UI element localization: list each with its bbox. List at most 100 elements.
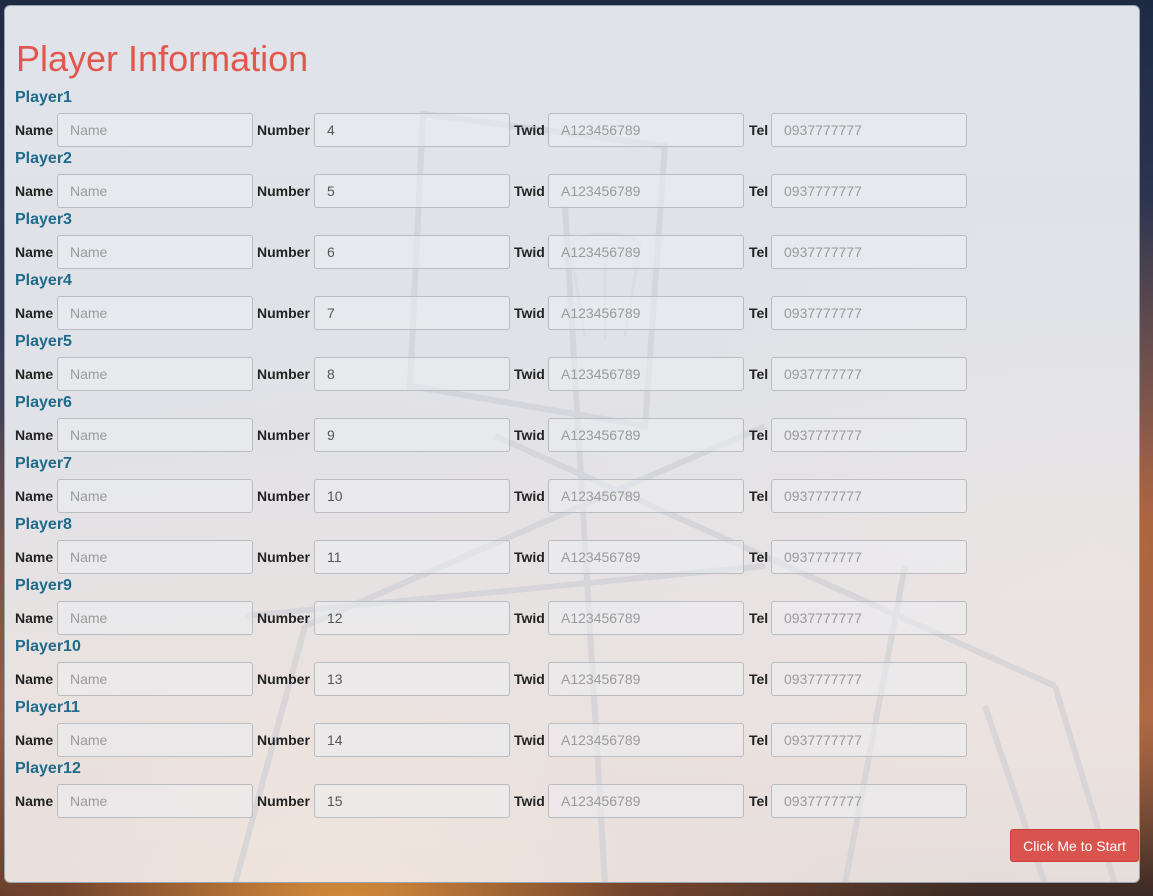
number-input[interactable] xyxy=(314,662,510,696)
name-input[interactable] xyxy=(57,296,253,330)
player-label: Player1 xyxy=(15,89,72,106)
twid-input[interactable] xyxy=(548,662,744,696)
tel-label: Tel xyxy=(749,366,769,382)
number-input[interactable] xyxy=(314,174,510,208)
number-input[interactable] xyxy=(314,296,510,330)
tel-input[interactable] xyxy=(771,174,967,208)
name-label: Name xyxy=(15,793,54,809)
tel-input[interactable] xyxy=(771,418,967,452)
player-label: Player11 xyxy=(15,699,80,716)
number-input[interactable] xyxy=(314,418,510,452)
tel-input[interactable] xyxy=(771,784,967,818)
player-label: Player3 xyxy=(15,211,72,228)
page-title: Player Information xyxy=(16,38,309,79)
player-row: Player12 Name Number Twid Tel xyxy=(15,760,985,821)
player-label: Player9 xyxy=(15,577,72,594)
tel-input[interactable] xyxy=(771,357,967,391)
number-label: Number xyxy=(257,549,310,565)
player-label: Player10 xyxy=(15,638,81,655)
twid-label: Twid xyxy=(514,122,545,138)
tel-input[interactable] xyxy=(771,601,967,635)
number-input[interactable] xyxy=(314,113,510,147)
number-label: Number xyxy=(257,732,310,748)
player-row: Player7 Name Number Twid Tel xyxy=(15,455,985,516)
twid-input[interactable] xyxy=(548,235,744,269)
player-label: Player8 xyxy=(15,516,72,533)
tel-input[interactable] xyxy=(771,235,967,269)
tel-label: Tel xyxy=(749,305,769,321)
player-row: Player9 Name Number Twid Tel xyxy=(15,577,985,638)
tel-label: Tel xyxy=(749,488,769,504)
number-input[interactable] xyxy=(314,723,510,757)
name-input[interactable] xyxy=(57,601,253,635)
twid-label: Twid xyxy=(514,366,545,382)
twid-input[interactable] xyxy=(548,296,744,330)
twid-input[interactable] xyxy=(548,601,744,635)
tel-label: Tel xyxy=(749,732,769,748)
name-label: Name xyxy=(15,427,54,443)
number-input[interactable] xyxy=(314,479,510,513)
twid-input[interactable] xyxy=(548,723,744,757)
twid-label: Twid xyxy=(514,549,545,565)
twid-input[interactable] xyxy=(548,479,744,513)
tel-input[interactable] xyxy=(771,113,967,147)
twid-input[interactable] xyxy=(548,357,744,391)
twid-input[interactable] xyxy=(548,784,744,818)
tel-input[interactable] xyxy=(771,662,967,696)
number-input[interactable] xyxy=(314,235,510,269)
tel-label: Tel xyxy=(749,427,769,443)
name-input[interactable] xyxy=(57,235,253,269)
number-input[interactable] xyxy=(314,540,510,574)
tel-input[interactable] xyxy=(771,540,967,574)
name-label: Name xyxy=(15,488,54,504)
twid-label: Twid xyxy=(514,671,545,687)
player-label: Player5 xyxy=(15,333,72,350)
number-label: Number xyxy=(257,244,310,260)
number-input[interactable] xyxy=(314,357,510,391)
number-input[interactable] xyxy=(314,601,510,635)
name-input[interactable] xyxy=(57,540,253,574)
twid-input[interactable] xyxy=(548,113,744,147)
twid-input[interactable] xyxy=(548,418,744,452)
tel-input[interactable] xyxy=(771,479,967,513)
player-row: Player1 Name Number Twid Tel xyxy=(15,89,985,150)
twid-input[interactable] xyxy=(548,540,744,574)
tel-label: Tel xyxy=(749,610,769,626)
name-input[interactable] xyxy=(57,418,253,452)
name-input[interactable] xyxy=(57,357,253,391)
twid-label: Twid xyxy=(514,793,545,809)
player-row: Player8 Name Number Twid Tel xyxy=(15,516,985,577)
name-input[interactable] xyxy=(57,113,253,147)
tel-label: Tel xyxy=(749,671,769,687)
tel-input[interactable] xyxy=(771,723,967,757)
number-label: Number xyxy=(257,366,310,382)
name-label: Name xyxy=(15,244,54,260)
name-label: Name xyxy=(15,183,54,199)
twid-label: Twid xyxy=(514,244,545,260)
name-input[interactable] xyxy=(57,174,253,208)
player-info-panel: Player Information Player1 Name Number Twid… xyxy=(4,5,1140,883)
player-row: Player2 Name Number Twid Tel xyxy=(15,150,985,211)
twid-label: Twid xyxy=(514,305,545,321)
name-input[interactable] xyxy=(57,784,253,818)
start-button[interactable]: Click Me to Start xyxy=(1010,829,1139,862)
name-label: Name xyxy=(15,610,54,626)
player-label: Player4 xyxy=(15,272,72,289)
tel-label: Tel xyxy=(749,549,769,565)
number-label: Number xyxy=(257,305,310,321)
name-input[interactable] xyxy=(57,479,253,513)
tel-input[interactable] xyxy=(771,296,967,330)
name-input[interactable] xyxy=(57,723,253,757)
player-row: Player10 Name Number Twid Tel xyxy=(15,638,985,699)
player-row: Player4 Name Number Twid Tel xyxy=(15,272,985,333)
twid-input[interactable] xyxy=(548,174,744,208)
tel-label: Tel xyxy=(749,122,769,138)
player-row: Player6 Name Number Twid Tel xyxy=(15,394,985,455)
number-input[interactable] xyxy=(314,784,510,818)
number-label: Number xyxy=(257,183,310,199)
number-label: Number xyxy=(257,610,310,626)
player-label: Player12 xyxy=(15,760,81,777)
name-input[interactable] xyxy=(57,662,253,696)
name-label: Name xyxy=(15,732,54,748)
name-label: Name xyxy=(15,549,54,565)
